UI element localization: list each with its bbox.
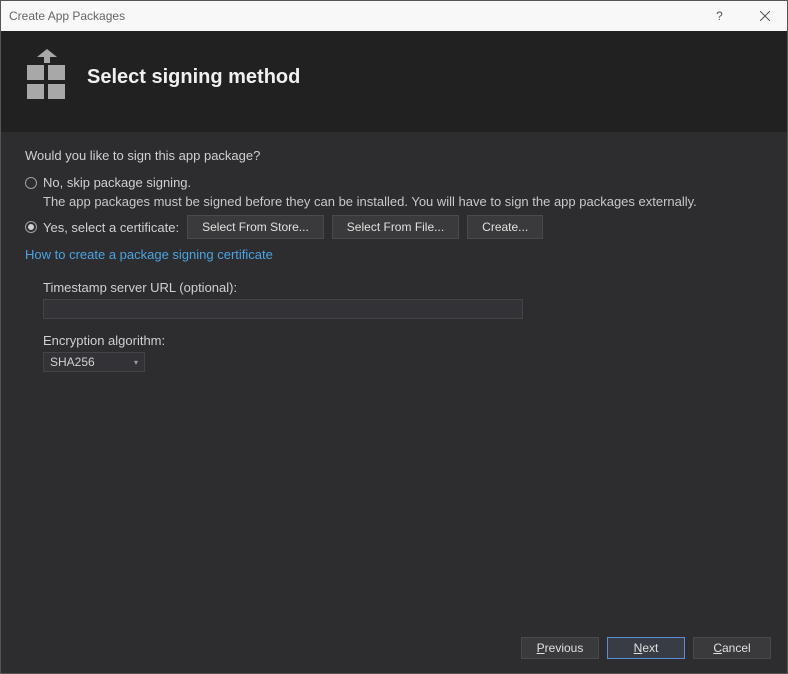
radio-label-no: No, skip package signing. [43,175,191,190]
option-no-description: The app packages must be signed before t… [43,194,763,209]
help-link[interactable]: How to create a package signing certific… [25,247,273,262]
window-title: Create App Packages [9,9,697,23]
timestamp-input[interactable] [43,299,523,319]
close-icon [760,11,770,21]
radio-option-no[interactable]: No, skip package signing. [25,175,763,190]
timestamp-field-group: Timestamp server URL (optional): [43,280,763,319]
next-button[interactable]: Next [607,637,685,659]
radio-icon [25,221,37,233]
radio-label-yes: Yes, select a certificate: [43,220,179,235]
encryption-value: SHA256 [50,355,95,369]
chevron-down-icon: ▾ [134,358,138,367]
prompt-text: Would you like to sign this app package? [25,148,763,163]
previous-button[interactable]: Previous [521,637,599,659]
titlebar: Create App Packages ? [1,1,787,31]
select-from-file-button[interactable]: Select From File... [332,215,459,239]
dialog-window: Create App Packages ? Select signing met… [0,0,788,674]
certificate-row: Yes, select a certificate: Select From S… [25,215,763,239]
package-icon [25,49,69,106]
encryption-label: Encryption algorithm: [43,333,763,348]
dialog-header: Select signing method [1,31,787,132]
cancel-button[interactable]: Cancel [693,637,771,659]
dialog-title: Select signing method [87,66,300,89]
help-button[interactable]: ? [697,1,742,31]
dialog-content: Would you like to sign this app package?… [1,132,787,627]
create-certificate-button[interactable]: Create... [467,215,543,239]
encryption-dropdown[interactable]: SHA256 ▾ [43,352,145,372]
radio-icon [25,177,37,189]
close-button[interactable] [742,1,787,31]
dialog-footer: Previous Next Cancel [1,627,787,673]
timestamp-label: Timestamp server URL (optional): [43,280,763,295]
radio-option-yes[interactable]: Yes, select a certificate: [25,220,179,235]
select-from-store-button[interactable]: Select From Store... [187,215,324,239]
encryption-field-group: Encryption algorithm: SHA256 ▾ [43,333,763,372]
